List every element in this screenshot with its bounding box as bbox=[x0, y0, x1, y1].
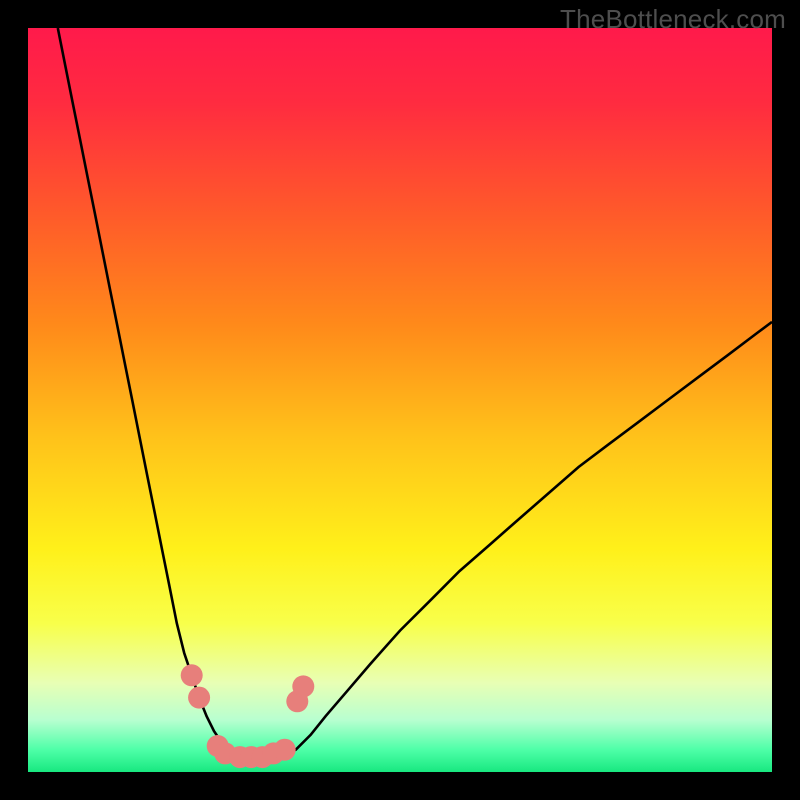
bottleneck-chart bbox=[28, 28, 772, 772]
plot-area bbox=[28, 28, 772, 772]
marker-point bbox=[292, 675, 314, 697]
marker-point bbox=[181, 664, 203, 686]
marker-point bbox=[274, 739, 296, 761]
chart-frame: TheBottleneck.com bbox=[0, 0, 800, 800]
watermark-text: TheBottleneck.com bbox=[560, 4, 786, 35]
marker-point bbox=[188, 687, 210, 709]
gradient-background bbox=[28, 28, 772, 772]
